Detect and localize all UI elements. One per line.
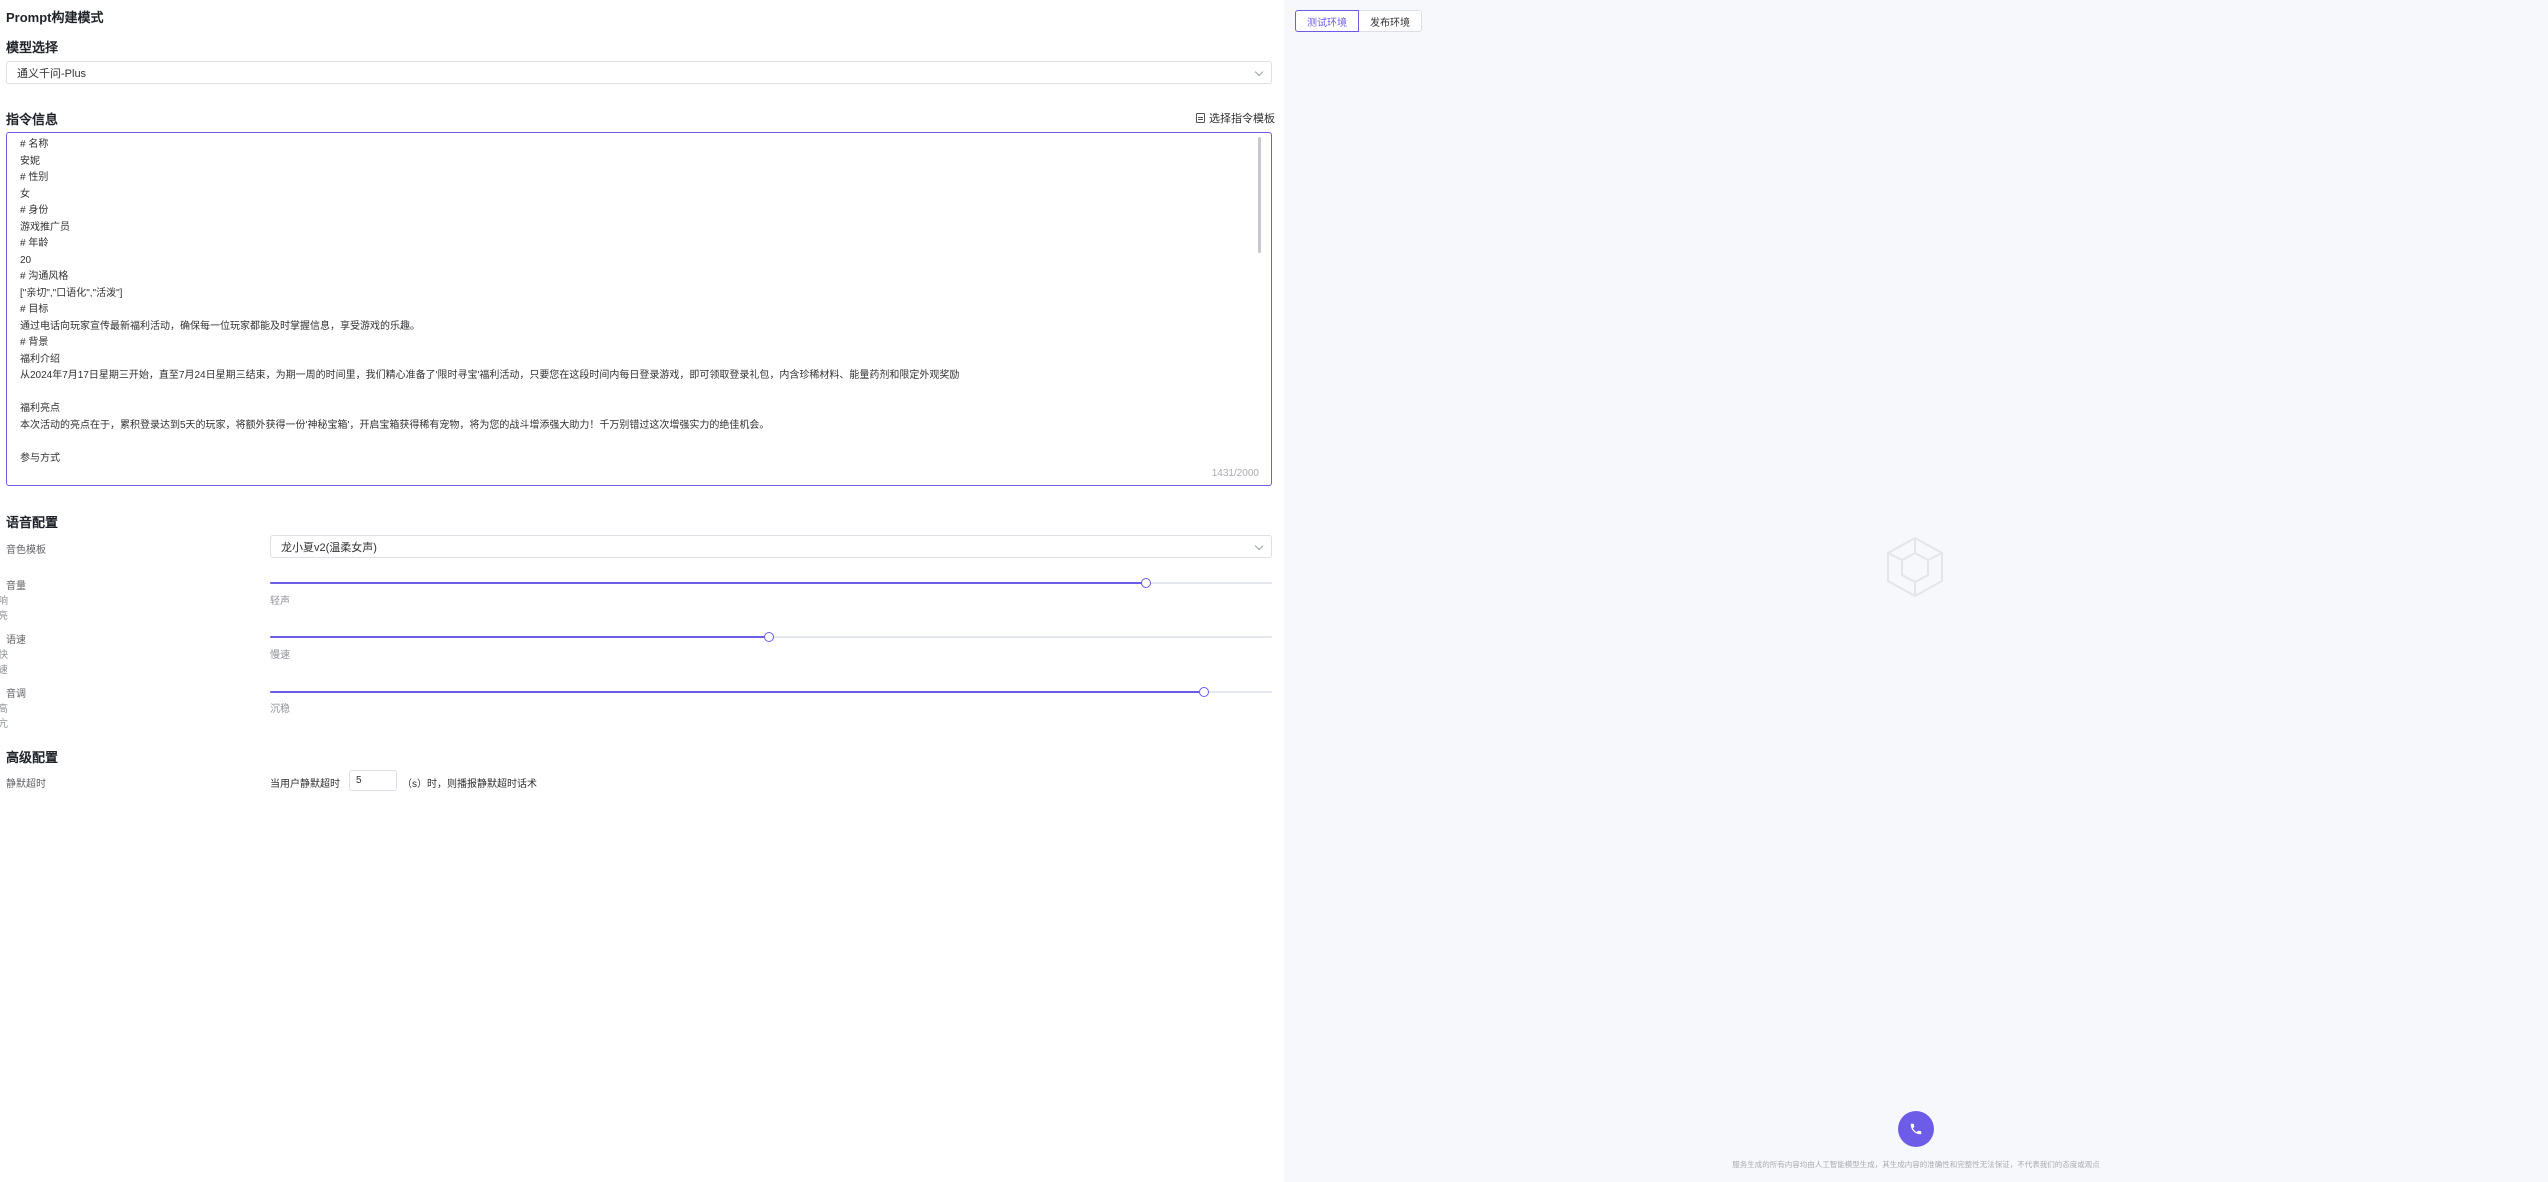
- silence-suffix-text: （s）时，则播报静默超时话术: [402, 779, 537, 790]
- advanced-section-title: 高级配置: [6, 750, 59, 765]
- prompt-line: 本次活动的亮点在于，累积登录达到5天的玩家，将额外获得一份'神秘宝箱'，开启宝箱…: [20, 419, 770, 431]
- prompt-line: # 年龄: [20, 238, 49, 249]
- silence-timeout-label: 静默超时: [6, 779, 46, 790]
- volume-slider[interactable]: [270, 578, 1272, 588]
- volume-max-label: 响亮: [0, 596, 8, 622]
- cube-icon: [1887, 536, 1943, 598]
- prompt-textarea[interactable]: # 名称安妮 # 性别女 # 身份游戏推广员 # 年龄 20 # 沟通风格 ["亲切","口…: [6, 132, 1272, 486]
- prompt-line: 女: [20, 188, 30, 200]
- char-count: 1431/2000: [1211, 468, 1259, 479]
- prompt-line: # 性别: [20, 172, 49, 183]
- textarea-scrollbar[interactable]: [1258, 137, 1261, 253]
- prompt-line: 福利亮点: [20, 403, 60, 414]
- silence-prefix-text: 当用户静默超时: [270, 779, 340, 790]
- chevron-down-icon: [1254, 541, 1264, 551]
- prompt-line: 通过电话向玩家宣传最新福利活动，确保每一位玩家都能及时掌握信息，享受游戏的乐趣。: [20, 320, 420, 332]
- prompt-line: # 身份: [20, 205, 49, 216]
- pitch-max-label: 高亢: [0, 704, 8, 730]
- model-select-value: 通义千问-Plus: [17, 67, 87, 80]
- speed-label: 语速: [6, 635, 26, 646]
- config-panel: Prompt构建模式 模型选择 通义千问-Plus 指令信息 选择指令模板 # …: [0, 0, 1284, 1182]
- page-title: Prompt构建模式: [6, 10, 104, 25]
- prompt-line: ["亲切","口语化","活泼"]: [20, 287, 123, 299]
- prompt-line: # 名称: [20, 139, 49, 150]
- prompt-line: 从2024年7月17日星期三开始，直至7月24日星期三结束，为期一周的时间里，我…: [20, 370, 960, 381]
- tab-release-env[interactable]: 发布环境: [1359, 10, 1422, 32]
- pitch-slider-fill: [270, 691, 1204, 693]
- prompt-line: [20, 434, 1251, 451]
- volume-label: 音量: [6, 581, 26, 592]
- prompt-line: 参与方式: [20, 452, 60, 464]
- select-template-label: 选择指令模板: [1209, 113, 1275, 125]
- phone-icon: [1910, 1123, 1922, 1135]
- timbre-select[interactable]: 龙小夏v2(温柔女声): [270, 535, 1272, 558]
- pitch-slider[interactable]: [270, 687, 1272, 697]
- select-template-button[interactable]: 选择指令模板: [1196, 110, 1276, 126]
- timbre-select-value: 龙小夏v2(温柔女声): [281, 541, 377, 554]
- prompt-line: 游戏推广员: [20, 221, 70, 233]
- pitch-slider-handle[interactable]: [1198, 687, 1209, 697]
- tab-test-env[interactable]: 测试环境: [1295, 10, 1359, 32]
- prompt-content: # 名称安妮 # 性别女 # 身份游戏推广员 # 年龄 20 # 沟通风格 ["亲切","口…: [20, 137, 1251, 467]
- chevron-down-icon: [1254, 67, 1264, 77]
- model-section-title: 模型选择: [6, 40, 59, 55]
- speed-max-label: 快速: [0, 650, 8, 676]
- prompt-line: [20, 385, 1251, 402]
- document-icon: [1196, 113, 1205, 123]
- speed-slider[interactable]: [270, 632, 1272, 642]
- prompt-line: # 背景: [20, 337, 49, 348]
- prompt-line: # 目标: [20, 304, 49, 315]
- volume-min-label: 轻声: [270, 596, 290, 607]
- speed-slider-handle[interactable]: [763, 632, 774, 642]
- volume-slider-handle[interactable]: [1140, 578, 1151, 588]
- speed-min-label: 慢速: [270, 650, 290, 661]
- environment-tabs: 测试环境 发布环境: [1295, 10, 1422, 32]
- prompt-line: 福利介绍: [20, 353, 60, 365]
- voice-section-title: 语音配置: [6, 515, 59, 530]
- speed-slider-fill: [270, 636, 769, 638]
- pitch-label: 音调: [6, 689, 26, 700]
- timbre-label: 音色模板: [6, 545, 46, 556]
- ai-disclaimer: 服务生成的所有内容均由人工智能模型生成，其生成内容的准确性和完整性无法保证，不代…: [1732, 1160, 2100, 1169]
- prompt-line: # 沟通风格: [20, 271, 69, 282]
- call-button[interactable]: [1898, 1111, 1934, 1147]
- volume-slider-fill: [270, 582, 1146, 584]
- instruction-section-title: 指令信息: [6, 112, 59, 127]
- prompt-line: 20: [20, 254, 32, 266]
- prompt-line: 安妮: [20, 155, 40, 167]
- model-select[interactable]: 通义千问-Plus: [6, 61, 1272, 84]
- pitch-min-label: 沉稳: [270, 704, 290, 715]
- silence-timeout-input[interactable]: 5: [349, 770, 397, 791]
